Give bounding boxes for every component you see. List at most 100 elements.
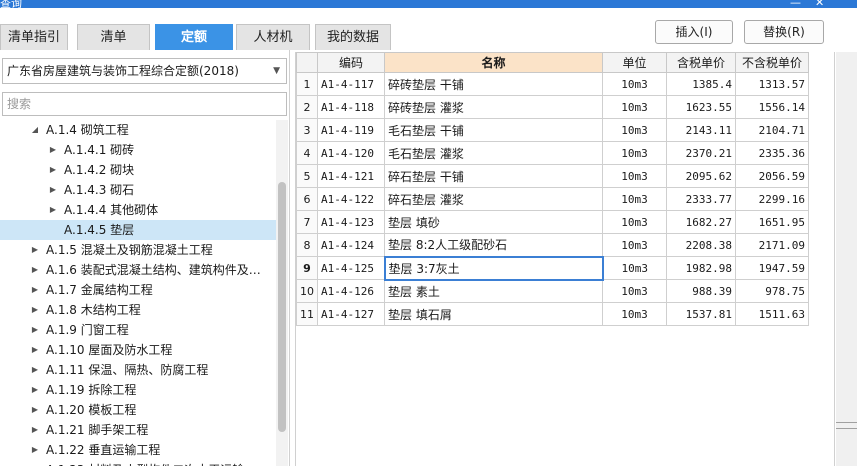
cell-tax-price[interactable]: 2333.77: [666, 187, 736, 211]
tree-node[interactable]: ▶ A.1.9 门窗工程: [0, 320, 276, 340]
table-row[interactable]: 2 A1-4-118 碎砖垫层 灌浆 10m3 1623.55 1556.14: [296, 95, 809, 119]
tree-node[interactable]: ◢ A.1.4 砌筑工程: [0, 120, 276, 140]
tree-node[interactable]: ▶ A.1.20 模板工程: [0, 400, 276, 420]
cell-tax-price[interactable]: 988.39: [666, 279, 736, 303]
tree-node[interactable]: ▶ A.1.22 垂直运输工程: [0, 440, 276, 460]
tab-guide[interactable]: 清单指引: [0, 24, 68, 50]
row-number[interactable]: 11: [296, 302, 318, 326]
cell-tax-price[interactable]: 1385.4: [666, 72, 736, 96]
tab-quota[interactable]: 定额: [155, 24, 233, 50]
cell-notax-price[interactable]: 978.75: [735, 279, 809, 303]
cell-unit[interactable]: 10m3: [602, 256, 667, 280]
cell-tax-price[interactable]: 1682.27: [666, 210, 736, 234]
cell-code[interactable]: A1-4-122: [317, 187, 385, 211]
cell-name[interactable]: 碎石垫层 干铺: [384, 164, 603, 188]
tab-bill[interactable]: 清单: [77, 24, 150, 50]
cell-tax-price[interactable]: 1623.55: [666, 95, 736, 119]
cell-tax-price[interactable]: 2095.62: [666, 164, 736, 188]
row-number[interactable]: 6: [296, 187, 318, 211]
cell-unit[interactable]: 10m3: [602, 187, 667, 211]
caret-right-icon[interactable]: ▶: [30, 440, 40, 460]
tab-my-data[interactable]: 我的数据: [315, 24, 391, 50]
table-row[interactable]: 4 A1-4-120 毛石垫层 灌浆 10m3 2370.21 2335.36: [296, 141, 809, 165]
tree-node[interactable]: ▶ A.1.21 脚手架工程: [0, 420, 276, 440]
cell-notax-price[interactable]: 2299.16: [735, 187, 809, 211]
tree-node[interactable]: ▶ A.1.23 材料及小型构件二次水平运输: [0, 460, 276, 466]
cell-name[interactable]: 毛石垫层 灌浆: [384, 141, 603, 165]
cell-notax-price[interactable]: 2171.09: [735, 233, 809, 257]
row-number[interactable]: 8: [296, 233, 318, 257]
cell-code[interactable]: A1-4-120: [317, 141, 385, 165]
cell-name[interactable]: 垫层 8:2人工级配砂石: [384, 233, 603, 257]
replace-button[interactable]: 替换(R): [744, 20, 824, 44]
cell-unit[interactable]: 10m3: [602, 95, 667, 119]
caret-right-icon[interactable]: ▶: [30, 420, 40, 440]
table-row[interactable]: 5 A1-4-121 碎石垫层 干铺 10m3 2095.62 2056.59: [296, 164, 809, 188]
tree-node[interactable]: ▶ A.1.5 混凝土及钢筋混凝土工程: [0, 240, 276, 260]
cell-notax-price[interactable]: 1511.63: [735, 302, 809, 326]
chevron-down-icon[interactable]: ▼: [273, 59, 280, 83]
tree-scrollbar[interactable]: [276, 120, 288, 466]
row-number[interactable]: 4: [296, 141, 318, 165]
cell-unit[interactable]: 10m3: [602, 72, 667, 96]
cell-notax-price[interactable]: 1651.95: [735, 210, 809, 234]
tree-node[interactable]: ▶ A.1.4.2 砌块: [0, 160, 276, 180]
cell-code[interactable]: A1-4-119: [317, 118, 385, 142]
minimize-icon[interactable]: —: [790, 0, 801, 9]
caret-right-icon[interactable]: ▶: [30, 260, 40, 280]
table-row[interactable]: 3 A1-4-119 毛石垫层 干铺 10m3 2143.11 2104.71: [296, 118, 809, 142]
caret-right-icon[interactable]: ▶: [30, 320, 40, 340]
col-header-tax-price[interactable]: 含税单价: [666, 52, 736, 73]
cell-unit[interactable]: 10m3: [602, 302, 667, 326]
search-input[interactable]: [2, 92, 287, 116]
quota-library-select[interactable]: 广东省房屋建筑与装饰工程综合定额(2018) ▼: [2, 58, 287, 84]
cell-tax-price[interactable]: 2370.21: [666, 141, 736, 165]
tree-node[interactable]: ▶ A.1.11 保温、隔热、防腐工程: [0, 360, 276, 380]
table-row[interactable]: 8 A1-4-124 垫层 8:2人工级配砂石 10m3 2208.38 2171.09: [296, 233, 809, 257]
caret-right-icon[interactable]: ▶: [30, 300, 40, 320]
cell-unit[interactable]: 10m3: [602, 118, 667, 142]
caret-right-icon[interactable]: ▶: [48, 140, 58, 160]
cell-name[interactable]: 碎砖垫层 灌浆: [384, 95, 603, 119]
caret-right-icon[interactable]: ▶: [30, 400, 40, 420]
row-number[interactable]: 3: [296, 118, 318, 142]
caret-right-icon[interactable]: ▶: [30, 340, 40, 360]
row-number[interactable]: 10: [296, 279, 318, 303]
col-header-unit[interactable]: 单位: [602, 52, 667, 73]
row-number[interactable]: 1: [296, 72, 318, 96]
cell-name[interactable]: 垫层 填石屑: [384, 302, 603, 326]
cell-notax-price[interactable]: 2104.71: [735, 118, 809, 142]
cell-unit[interactable]: 10m3: [602, 233, 667, 257]
tree-node[interactable]: ▶ A.1.10 屋面及防水工程: [0, 340, 276, 360]
tree-node[interactable]: ▶ A.1.8 木结构工程: [0, 300, 276, 320]
row-number[interactable]: 2: [296, 95, 318, 119]
cell-unit[interactable]: 10m3: [602, 141, 667, 165]
tree-node[interactable]: ▶ A.1.7 金属结构工程: [0, 280, 276, 300]
cell-notax-price[interactable]: 1947.59: [735, 256, 809, 280]
cell-notax-price[interactable]: 2056.59: [735, 164, 809, 188]
cell-name[interactable]: 垫层 素土: [384, 279, 603, 303]
tree-scrollbar-thumb[interactable]: [278, 182, 286, 432]
tab-labor-material-machine[interactable]: 人材机: [236, 24, 310, 50]
row-number[interactable]: 7: [296, 210, 318, 234]
cell-unit[interactable]: 10m3: [602, 210, 667, 234]
table-row[interactable]: 7 A1-4-123 垫层 填砂 10m3 1682.27 1651.95: [296, 210, 809, 234]
col-header-code[interactable]: 编码: [317, 52, 385, 73]
row-number[interactable]: 9: [296, 256, 318, 280]
caret-right-icon[interactable]: ▶: [30, 460, 40, 466]
tree-node[interactable]: ▶ A.1.4.3 砌石: [0, 180, 276, 200]
caret-right-icon[interactable]: ▶: [48, 200, 58, 220]
close-icon[interactable]: ✕: [815, 0, 824, 9]
cell-code[interactable]: A1-4-127: [317, 302, 385, 326]
caret-right-icon[interactable]: ▶: [30, 280, 40, 300]
caret-right-icon[interactable]: ▶: [30, 380, 40, 400]
cell-notax-price[interactable]: 1556.14: [735, 95, 809, 119]
cell-code[interactable]: A1-4-126: [317, 279, 385, 303]
row-number[interactable]: 5: [296, 164, 318, 188]
cell-name[interactable]: 碎砖垫层 干铺: [384, 72, 603, 96]
caret-right-icon[interactable]: ▶: [48, 180, 58, 200]
cell-notax-price[interactable]: 1313.57: [735, 72, 809, 96]
cell-code[interactable]: A1-4-121: [317, 164, 385, 188]
cell-name[interactable]: 碎石垫层 灌浆: [384, 187, 603, 211]
col-header-notax-price[interactable]: 不含税单价: [735, 52, 809, 73]
